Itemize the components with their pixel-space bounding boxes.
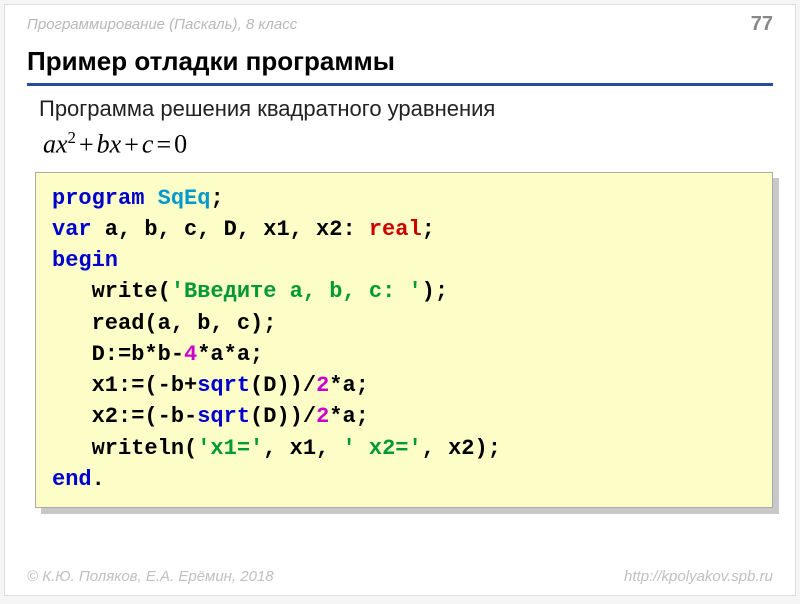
l8-sqrt: sqrt (197, 404, 250, 429)
l7-rest: *a; (329, 373, 369, 398)
l7-mid: (D))/ (250, 373, 316, 398)
footer-url: http://kpolyakov.spb.ru (624, 568, 773, 585)
kw-end: end (52, 467, 92, 492)
l4-indent: write( (52, 279, 171, 304)
type-real: real (369, 217, 422, 242)
l6-rest: *a*a; (197, 342, 263, 367)
l5-text: read(a, b, c); (52, 311, 276, 336)
l8-indent: x2:=(-b- (52, 404, 197, 429)
l2-semi: ; (422, 217, 435, 242)
l9-s2: ' x2=' (342, 436, 421, 461)
eq-exponent: 2 (68, 128, 76, 147)
l8-mid: (D))/ (250, 404, 316, 429)
kw-program: program (52, 186, 144, 211)
l4-string: 'Введите a, b, c: ' (171, 279, 422, 304)
page-number: 77 (751, 13, 773, 36)
eq-term-b: bx (97, 130, 122, 159)
code-block: program SqEq; var a, b, c, D, x1, x2: re… (35, 172, 773, 508)
l9-m1: , x1, (263, 436, 342, 461)
l7-indent: x1:=(-b+ (52, 373, 197, 398)
subtitle: Программа решения квадратного уравнения (39, 96, 773, 122)
l6-indent: D:=b*b- (52, 342, 184, 367)
slide: Программирование (Паскаль), 8 класс 77 П… (4, 4, 796, 596)
l9-s1: 'x1=' (197, 436, 263, 461)
l9-indent: writeln( (52, 436, 197, 461)
var-list: a, b, c, D, x1, x2: (92, 217, 369, 242)
footer-authors: © К.Ю. Поляков, Е.А. Ерёмин, 2018 (27, 568, 274, 585)
program-name: SqEq (158, 186, 211, 211)
l9-m2: , x2); (422, 436, 501, 461)
slide-header: Программирование (Паскаль), 8 класс 77 (5, 5, 795, 40)
page-title: Пример отладки программы (27, 46, 773, 86)
l7-sqrt: sqrt (197, 373, 250, 398)
l8-rest: *a; (329, 404, 369, 429)
l7-num: 2 (316, 373, 329, 398)
equation: ax2+bx+c=0 (43, 128, 773, 160)
eq-zero: 0 (174, 130, 187, 159)
l4-rest: ); (422, 279, 448, 304)
eq-plus-1: + (76, 130, 97, 159)
eq-term-a: ax (43, 130, 68, 159)
slide-footer: © К.Ю. Поляков, Е.А. Ерёмин, 2018 http:/… (27, 568, 773, 585)
l1-semi: ; (210, 186, 223, 211)
code-block-wrap: program SqEq; var a, b, c, D, x1, x2: re… (35, 172, 773, 508)
l8-num: 2 (316, 404, 329, 429)
course-title: Программирование (Паскаль), 8 класс (27, 16, 297, 33)
kw-begin: begin (52, 248, 118, 273)
l10-dot: . (92, 467, 105, 492)
eq-plus-2: + (121, 130, 142, 159)
kw-var: var (52, 217, 92, 242)
eq-term-c: c (142, 130, 154, 159)
l6-num: 4 (184, 342, 197, 367)
eq-equals: = (153, 130, 174, 159)
